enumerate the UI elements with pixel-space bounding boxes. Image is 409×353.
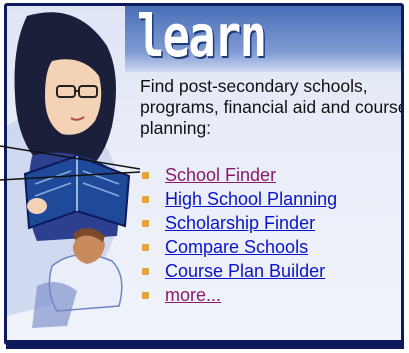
list-item: more...: [141, 283, 337, 307]
high-school-planning-link[interactable]: High School Planning: [165, 189, 337, 209]
scholarship-finder-link[interactable]: Scholarship Finder: [165, 213, 315, 233]
list-item: High School Planning: [141, 187, 337, 211]
square-bullet-icon: [142, 244, 149, 251]
square-bullet-icon: [142, 292, 149, 299]
link-list: School Finder High School Planning Schol…: [141, 163, 337, 307]
list-item: Course Plan Builder: [141, 259, 337, 283]
square-bullet-icon: [142, 172, 149, 179]
list-item: Compare Schools: [141, 235, 337, 259]
list-item: School Finder: [141, 163, 337, 187]
learn-panel: learn Find post-secondary schools, progr…: [4, 3, 404, 345]
course-plan-builder-link[interactable]: Course Plan Builder: [165, 261, 325, 281]
more-link[interactable]: more...: [165, 285, 221, 305]
square-bullet-icon: [142, 220, 149, 227]
page-title: learn: [137, 3, 267, 70]
compare-schools-link[interactable]: Compare Schools: [165, 237, 308, 257]
square-bullet-icon: [142, 196, 149, 203]
school-finder-link[interactable]: School Finder: [165, 165, 276, 185]
intro-text: Find post-secondary schools, programs, f…: [140, 76, 404, 138]
panel-bottom-border: [6, 340, 404, 349]
list-item: Scholarship Finder: [141, 211, 337, 235]
square-bullet-icon: [142, 268, 149, 275]
